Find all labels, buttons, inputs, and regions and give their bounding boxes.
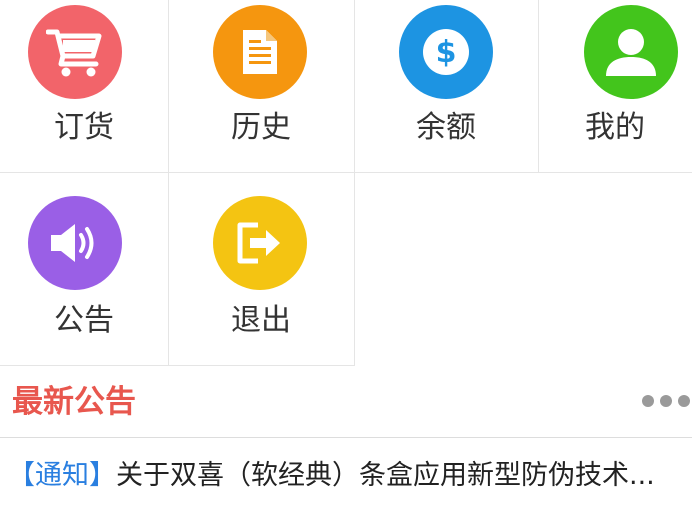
announcement-text: 【通知】关于双喜（软经典）条盒应用新型防伪技术... bbox=[8, 459, 692, 493]
grid-divider bbox=[538, 0, 539, 172]
speaker-icon bbox=[28, 196, 122, 290]
menu-item-announcements[interactable]: 公告 bbox=[0, 173, 168, 365]
grid-divider bbox=[354, 0, 355, 366]
section-title: 最新公告 bbox=[12, 384, 136, 420]
more-dots-icon[interactable] bbox=[640, 392, 692, 412]
menu-item-label: 订货 bbox=[54, 110, 114, 145]
menu-item-label: 退出 bbox=[231, 303, 291, 338]
exit-icon bbox=[213, 196, 307, 290]
announcement-item[interactable]: 【通知】关于双喜（软经典）条盒应用新型防伪技术... bbox=[0, 439, 692, 511]
document-icon bbox=[213, 5, 307, 99]
grid-divider bbox=[168, 0, 169, 366]
menu-item-label: 历史 bbox=[231, 110, 291, 145]
dollar-icon: $ bbox=[399, 5, 493, 99]
announcements-header: 最新公告 bbox=[0, 366, 692, 438]
user-icon bbox=[584, 5, 678, 99]
grid-divider bbox=[0, 172, 692, 173]
cart-icon bbox=[28, 5, 122, 99]
announcement-tag: 【通知】 bbox=[8, 460, 116, 491]
section-divider bbox=[0, 437, 692, 438]
menu-item-profile[interactable]: 我的 bbox=[538, 0, 692, 172]
announcement-title: 关于双喜（软经典）条盒应用新型防伪技术... bbox=[116, 460, 655, 491]
menu-item-history[interactable]: 历史 bbox=[168, 0, 354, 172]
menu-grid: 订货 历史 $ 余额 我的 公告 退出 bbox=[0, 0, 692, 366]
menu-item-logout[interactable]: 退出 bbox=[168, 173, 354, 365]
menu-item-balance[interactable]: $ 余额 bbox=[354, 0, 538, 172]
menu-item-order[interactable]: 订货 bbox=[0, 0, 168, 172]
svg-text:$: $ bbox=[436, 35, 457, 70]
menu-item-label: 余额 bbox=[416, 110, 476, 145]
menu-item-label: 我的 bbox=[585, 110, 645, 145]
menu-item-label: 公告 bbox=[54, 303, 114, 338]
